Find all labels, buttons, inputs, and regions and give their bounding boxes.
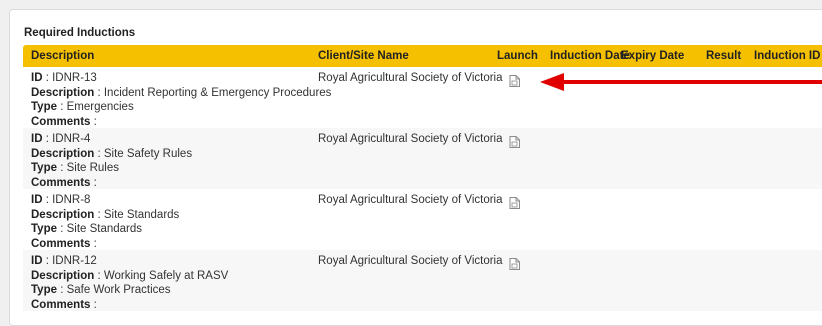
induction-id-value: IDNR-8 (52, 194, 91, 206)
separator: : (90, 115, 97, 128)
column-header-expiry-date[interactable]: Expiry Date (621, 50, 684, 62)
client-site-name: Royal Agricultural Society of Victoria (318, 194, 503, 206)
type-label: Type (31, 223, 57, 235)
type-label: Type (31, 284, 57, 296)
comments-label: Comments (31, 115, 91, 128)
induction-details: ID : IDNR-8 Description : Site Standards… (31, 193, 179, 251)
column-header-launch[interactable]: Launch (497, 50, 538, 62)
document-icon[interactable] (509, 258, 520, 270)
separator: : (42, 72, 53, 84)
induction-id-value: IDNR-4 (52, 133, 91, 145)
induction-details: ID : IDNR-13 Description : Incident Repo… (31, 71, 331, 129)
table-row: ID : IDNR-12 Description : Working Safel… (23, 250, 822, 311)
id-label: ID (31, 194, 43, 206)
required-inductions-panel: Required Inductions Description Client/S… (9, 9, 822, 326)
separator: : (57, 223, 67, 235)
separator: : (94, 269, 104, 282)
description-value: Working Safely at RASV (103, 269, 229, 282)
column-header-induction-date[interactable]: Induction Date (550, 50, 630, 62)
description-value: Site Standards (103, 208, 180, 221)
separator: : (94, 147, 104, 160)
comments-label: Comments (31, 176, 91, 189)
separator: : (57, 101, 67, 113)
description-label: Description (31, 269, 95, 282)
separator: : (42, 255, 53, 267)
type-label: Type (31, 101, 57, 113)
induction-details: ID : IDNR-12 Description : Working Safel… (31, 254, 228, 312)
separator: : (57, 284, 67, 296)
separator: : (90, 176, 97, 189)
section-title: Required Inductions (24, 27, 136, 39)
separator: : (94, 208, 104, 221)
column-header-description[interactable]: Description (31, 50, 94, 62)
type-label: Type (31, 162, 57, 174)
separator: : (94, 86, 104, 99)
client-site-name: Royal Agricultural Society of Victoria (318, 255, 503, 267)
column-header-induction-id[interactable]: Induction ID (754, 50, 820, 62)
induction-id-value: IDNR-12 (52, 255, 97, 267)
description-label: Description (31, 147, 95, 160)
client-site-name: Royal Agricultural Society of Victoria (318, 72, 503, 84)
document-icon[interactable] (509, 197, 520, 209)
annotation-arrow-icon (540, 73, 822, 91)
separator: : (57, 162, 67, 174)
description-label: Description (31, 86, 95, 99)
document-icon[interactable] (509, 136, 520, 148)
description-label: Description (31, 208, 95, 221)
table-row: ID : IDNR-4 Description : Site Safety Ru… (23, 128, 822, 189)
column-header-client[interactable]: Client/Site Name (318, 50, 409, 62)
type-value: Site Rules (66, 162, 120, 174)
column-header-result[interactable]: Result (706, 50, 741, 62)
table-row: ID : IDNR-8 Description : Site Standards… (23, 189, 822, 250)
id-label: ID (31, 72, 43, 84)
separator: : (42, 194, 53, 206)
id-label: ID (31, 133, 43, 145)
separator: : (90, 237, 97, 250)
description-value: Site Safety Rules (103, 147, 193, 160)
id-label: ID (31, 255, 43, 267)
table-header: Description Client/Site Name Launch Indu… (23, 45, 822, 67)
comments-label: Comments (31, 298, 91, 311)
induction-details: ID : IDNR-4 Description : Site Safety Ru… (31, 132, 192, 190)
type-value: Site Standards (66, 223, 143, 235)
comments-label: Comments (31, 237, 91, 250)
description-value: Incident Reporting & Emergency Procedure… (103, 86, 332, 99)
document-icon[interactable] (509, 75, 520, 87)
induction-id-value: IDNR-13 (52, 72, 97, 84)
type-value: Safe Work Practices (66, 284, 171, 296)
client-site-name: Royal Agricultural Society of Victoria (318, 133, 503, 145)
separator: : (90, 298, 97, 311)
type-value: Emergencies (66, 101, 134, 113)
separator: : (42, 133, 53, 145)
